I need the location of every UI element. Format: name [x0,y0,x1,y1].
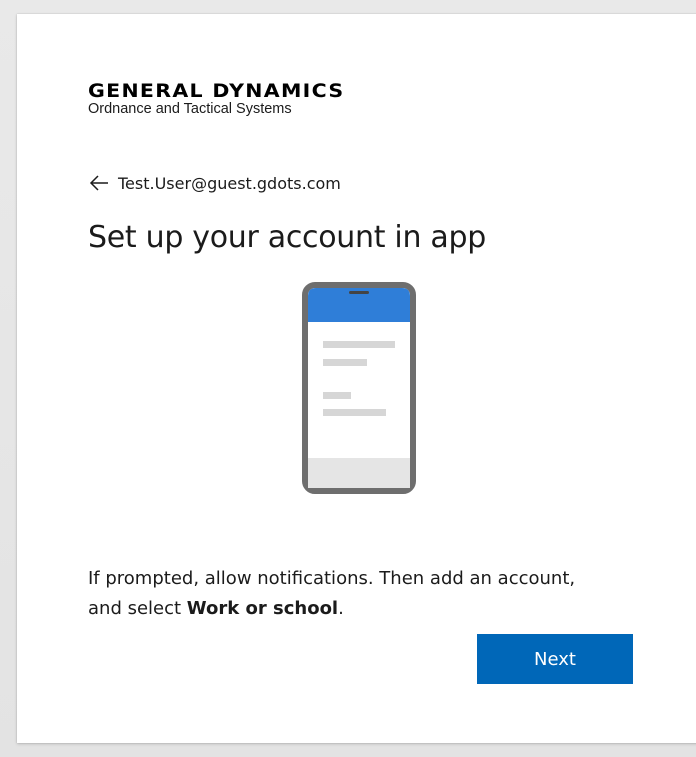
identity-banner[interactable]: Test.User@guest.gdots.com [88,173,341,193]
signin-card: GENERAL DYNAMICS Ordnance and Tactical S… [17,14,696,743]
instructions-text: If prompted, allow notifications. Then a… [88,564,608,624]
arrow-left-icon[interactable] [88,173,110,193]
logo-company-name: GENERAL DYNAMICS [88,80,345,102]
identity-email: Test.User@guest.gdots.com [118,173,341,193]
logo-division-name: Ordnance and Tactical Systems [88,101,292,117]
instructions-text-after: . [338,598,344,619]
next-button[interactable]: Next [477,634,633,684]
page-title: Set up your account in app [88,220,486,255]
company-logo: GENERAL DYNAMICS Ordnance and Tactical S… [88,80,343,118]
phone-app-icon [302,282,416,494]
work-or-school-emphasis: Work or school [186,598,339,619]
